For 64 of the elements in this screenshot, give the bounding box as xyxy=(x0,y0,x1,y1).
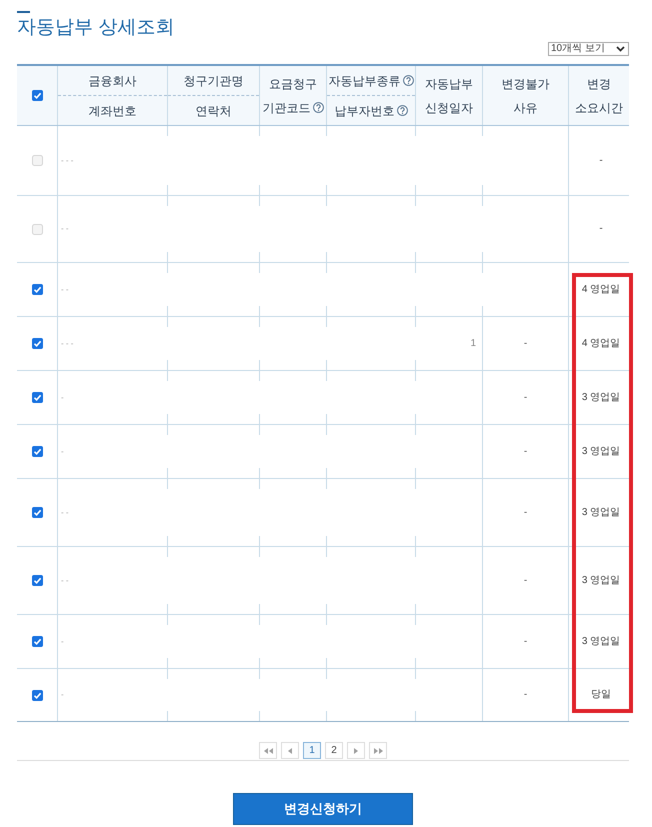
account-number: - xyxy=(61,392,64,402)
triangle-left-icon xyxy=(288,748,292,754)
chevron-down-icon xyxy=(616,46,625,52)
duration-text: - xyxy=(599,223,603,235)
reason-text: - xyxy=(524,338,528,350)
triangle-right-icon xyxy=(354,748,358,754)
checkbox[interactable] xyxy=(32,284,42,295)
column-header: 변경 소요시간 xyxy=(575,76,623,114)
account-number: - xyxy=(61,636,64,646)
reason-text: - xyxy=(524,636,528,648)
duration-text: 3 영업일 xyxy=(582,446,620,458)
duration-text: 3 영업일 xyxy=(582,506,620,518)
account-number: - - xyxy=(61,284,69,294)
duration-text: 3 영업일 xyxy=(582,574,620,586)
column-header: 청구기관명 xyxy=(184,72,244,88)
account-number: - - - xyxy=(61,156,74,166)
column-header: 요금청구 기관코드 xyxy=(262,76,317,114)
double-triangle-right-icon xyxy=(374,748,382,754)
column-header: 금융회사 xyxy=(88,72,136,88)
column-header: 자동납부종류 xyxy=(328,72,400,88)
checkbox[interactable] xyxy=(32,575,42,586)
double-triangle-left-icon xyxy=(264,748,272,754)
help-icon[interactable] xyxy=(396,105,408,116)
reason-text: - xyxy=(524,574,528,586)
reason-text: - xyxy=(524,506,528,518)
reason-text: - xyxy=(524,392,528,404)
column-header: 계좌번호 xyxy=(88,102,136,118)
duration-text: 4 영업일 xyxy=(582,284,620,296)
checkbox[interactable] xyxy=(32,338,42,349)
checkbox[interactable] xyxy=(32,690,42,700)
reason-text: - xyxy=(524,689,528,701)
column-header: 납부자번호 xyxy=(334,102,394,118)
request-date: 1 xyxy=(470,338,476,350)
account-number: - xyxy=(61,690,64,700)
column-header: 연락처 xyxy=(196,102,232,118)
checkbox[interactable] xyxy=(32,636,42,647)
account-number: - - xyxy=(61,224,69,234)
checkbox[interactable] xyxy=(32,507,42,518)
duration-text: - xyxy=(599,154,603,166)
account-number: - - xyxy=(61,508,69,518)
duration-text: 3 영업일 xyxy=(582,392,620,404)
column-header: 자동납부 신청일자 xyxy=(425,76,473,114)
help-icon[interactable] xyxy=(402,75,414,86)
submit-button[interactable]: 변경신청하기 xyxy=(233,793,413,825)
page-size-select[interactable]: 10개씩 보기 xyxy=(548,42,629,56)
account-number: - xyxy=(61,446,64,456)
help-icon[interactable] xyxy=(312,102,324,112)
page-number[interactable]: 2 xyxy=(325,742,343,759)
page-number[interactable]: 1 xyxy=(303,742,321,759)
duration-text: 당일 xyxy=(591,689,611,701)
checkbox[interactable] xyxy=(32,446,42,457)
reason-text: - xyxy=(524,446,528,458)
last-page-button[interactable] xyxy=(369,742,387,759)
first-page-button[interactable] xyxy=(259,742,277,759)
next-page-button[interactable] xyxy=(347,742,365,759)
duration-text: 3 영업일 xyxy=(582,636,620,648)
page-title: 자동납부 상세조회 xyxy=(17,17,174,39)
account-number: - - xyxy=(61,576,69,586)
checkbox[interactable] xyxy=(32,90,42,101)
previous-page-button[interactable] xyxy=(281,742,299,759)
checkbox[interactable] xyxy=(32,392,42,403)
column-header: 변경불가 사유 xyxy=(502,76,550,114)
duration-text: 4 영업일 xyxy=(582,338,620,350)
account-number: - - - xyxy=(61,338,74,348)
